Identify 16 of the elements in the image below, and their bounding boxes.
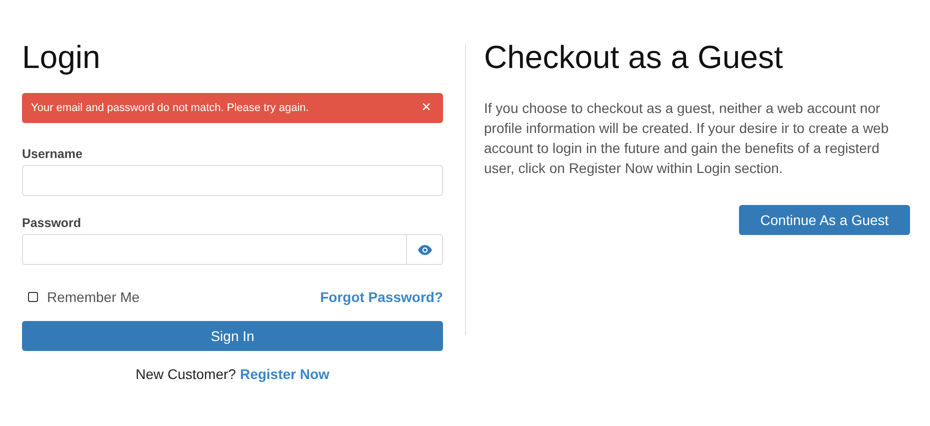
close-button[interactable]: × [422,100,431,116]
username-label: Username [22,147,84,161]
guest-description: If you choose to checkout as a guest, neither a web account nor profile information will be created. If your desire ir to create a web account to login in the future and gain the benefits of a registerd user, click on Register Now within Login section. [484,99,890,178]
username-field[interactable] [22,165,443,196]
register-link[interactable]: Register Now [240,366,330,382]
new-customer-text: New Customer? [136,366,236,382]
remember-checkbox[interactable] [28,292,38,302]
remember-label: Remember Me [47,289,140,305]
password-field[interactable] [22,234,443,265]
forgot-password-link[interactable]: Forgot Password? [320,289,443,305]
continue-guest-button[interactable]: Continue As a Guest [739,205,910,235]
sign-in-button[interactable]: Sign In [22,321,443,351]
guest-title: Checkout as a Guest [484,38,784,77]
login-title: Login [22,38,102,77]
alert-message: Your email and password do not match. Please try again. [31,102,309,114]
password-label: Password [22,216,82,230]
